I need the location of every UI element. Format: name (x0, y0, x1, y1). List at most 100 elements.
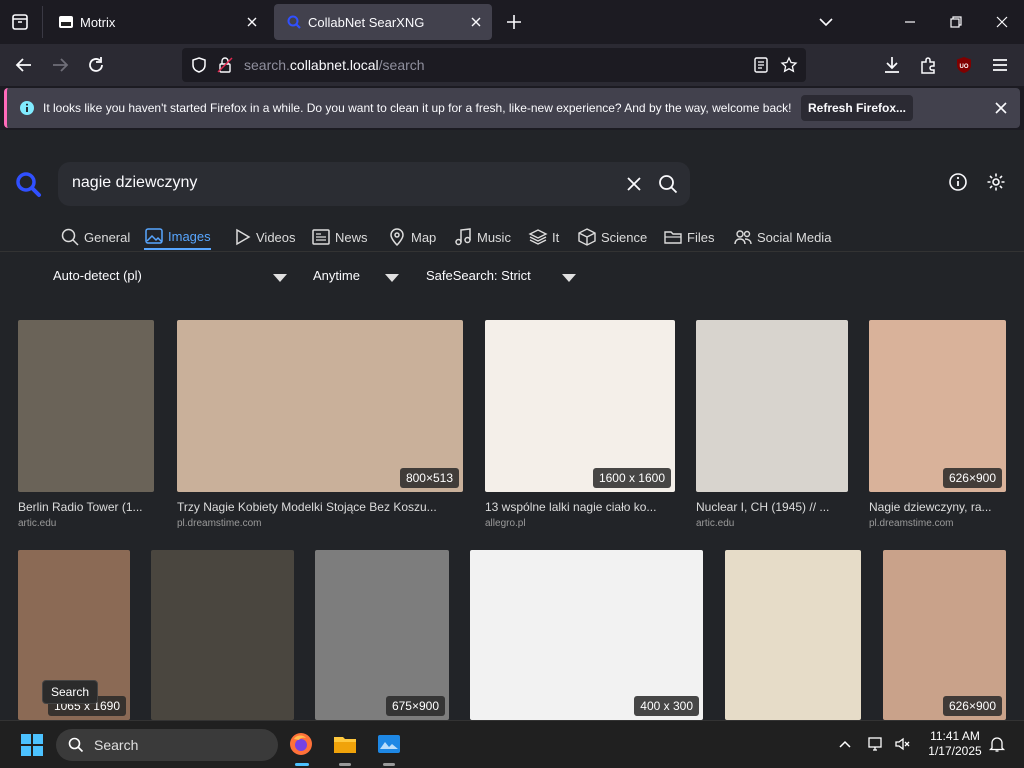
restore-icon[interactable] (946, 12, 966, 32)
tab-general[interactable]: General (60, 224, 130, 250)
result-image[interactable]: 626×900 (883, 550, 1006, 720)
search-box[interactable]: nagie dziewczyny (58, 162, 690, 206)
resolution-badge: 626×900 (942, 696, 1002, 716)
result-title[interactable]: Berlin Radio Tower (1... (18, 500, 156, 514)
tab-strip: Motrix CollabNet SearXNG (0, 0, 1024, 44)
searxng-page: nagie dziewczyny General Images Videos N… (0, 130, 1024, 720)
tab-social-media[interactable]: Social Media (733, 224, 831, 250)
resolution-badge: 800×513 (399, 468, 459, 488)
notification-bell-icon[interactable] (988, 735, 1006, 753)
shield-icon[interactable] (190, 56, 208, 74)
tab-label: Videos (256, 229, 296, 245)
result-source: artic.edu (696, 518, 735, 529)
result-image[interactable] (18, 320, 154, 492)
close-tab-icon[interactable] (468, 14, 484, 30)
result-image[interactable]: 800×513 (177, 320, 463, 492)
tab-label: Images (168, 228, 211, 244)
tab-it[interactable]: It (528, 224, 559, 250)
active-app-indicator (295, 763, 309, 766)
time-range-select[interactable]: Anytime (313, 268, 400, 283)
list-tabs-chevron-icon[interactable] (816, 12, 836, 32)
volume-muted-icon[interactable] (893, 735, 911, 753)
forward-arrow-icon[interactable] (49, 54, 71, 76)
result-title[interactable]: 13 wspólne lalki nagie ciało ko... (485, 500, 677, 514)
tab-music[interactable]: Music (453, 224, 511, 250)
file-explorer-icon[interactable] (332, 731, 358, 757)
windows-taskbar: Search 11:41 AM 1/17/2025 (0, 720, 1024, 768)
result-image[interactable]: 1600 x 1600 (485, 320, 675, 492)
about-info-icon[interactable] (948, 172, 968, 192)
result-source: allegro.pl (485, 518, 526, 529)
notification-bar: It looks like you haven't started Firefo… (4, 88, 1020, 128)
tab-collabnet-searxng[interactable]: CollabNet SearXNG (274, 4, 492, 40)
search-icon (68, 737, 84, 753)
extensions-puzzle-icon[interactable] (917, 54, 939, 76)
play-icon (232, 227, 252, 247)
clock-time: 11:41 AM (930, 729, 980, 743)
map-pin-icon (387, 227, 407, 247)
result-title[interactable]: Nagie dziewczyny, ra... (869, 500, 1009, 514)
tab-map[interactable]: Map (387, 224, 436, 250)
searxng-logo-icon[interactable] (14, 170, 42, 198)
result-image[interactable] (696, 320, 848, 492)
tab-images[interactable]: Images (144, 224, 211, 250)
taskbar-clock[interactable]: 11:41 AM 1/17/2025 (918, 729, 992, 759)
minimize-icon[interactable] (900, 12, 920, 32)
address-bar[interactable]: search.collabnet.local/search (182, 48, 806, 82)
search-input[interactable]: nagie dziewczyny (72, 174, 197, 192)
svg-text:UO: UO (960, 64, 969, 70)
notification-message: It looks like you haven't started Firefo… (43, 101, 792, 115)
tab-label: Music (477, 229, 511, 245)
ublock-origin-icon[interactable]: UO (953, 54, 975, 76)
result-title[interactable]: Trzy Nagie Kobiety Modelki Stojące Bez K… (177, 500, 467, 514)
preferences-gear-icon[interactable] (986, 172, 1006, 192)
close-notification-icon[interactable] (993, 100, 1009, 116)
downloads-icon[interactable] (881, 54, 903, 76)
taskbar-search-box[interactable]: Search (56, 729, 278, 761)
tab-news[interactable]: News (311, 224, 368, 250)
result-image[interactable]: 400 x 300 (470, 550, 703, 720)
tab-videos[interactable]: Videos (232, 224, 296, 250)
new-tab-plus-icon[interactable] (504, 12, 524, 32)
show-hidden-icons-chevron-icon[interactable] (838, 737, 852, 751)
network-icon[interactable] (867, 735, 885, 753)
running-app-indicator (339, 763, 351, 766)
tab-files[interactable]: Files (663, 224, 714, 250)
result-image[interactable] (151, 550, 294, 720)
tab-label: Map (411, 229, 437, 245)
resolution-badge: 1600 x 1600 (592, 468, 671, 488)
result-source: pl.dreamstime.com (177, 518, 262, 529)
tab-label: General (84, 229, 131, 245)
info-icon (19, 100, 35, 116)
reader-view-icon[interactable] (752, 56, 770, 74)
resolution-badge: 626×900 (942, 468, 1002, 488)
windows-start-icon[interactable] (21, 734, 43, 756)
motrix-taskbar-icon[interactable] (376, 731, 402, 757)
bookmark-star-icon[interactable] (780, 56, 798, 74)
clear-search-icon[interactable] (626, 176, 642, 192)
search-submit-icon[interactable] (658, 174, 678, 194)
clock-date: 1/17/2025 (928, 744, 982, 758)
safesearch-select[interactable]: SafeSearch: Strict (426, 268, 578, 283)
motrix-favicon-icon (58, 14, 74, 30)
hamburger-menu-icon[interactable] (989, 54, 1011, 76)
back-arrow-icon[interactable] (13, 54, 35, 76)
result-image[interactable] (725, 550, 861, 720)
result-image[interactable]: 626×900 (869, 320, 1006, 492)
close-tab-icon[interactable] (244, 14, 260, 30)
time-value: Anytime (313, 268, 360, 283)
refresh-firefox-button[interactable]: Refresh Firefox... (801, 95, 913, 121)
firefox-view-icon[interactable] (10, 12, 30, 32)
result-title[interactable]: Nuclear I, CH (1945) // ... (696, 500, 846, 514)
language-select[interactable]: Auto-detect (pl) (53, 268, 289, 283)
result-image[interactable]: 675×900 (315, 550, 449, 720)
tab-science[interactable]: Science (577, 224, 647, 250)
reload-icon[interactable] (85, 54, 107, 76)
running-app-indicator (383, 763, 395, 766)
folder-icon (663, 227, 683, 247)
tab-label: News (335, 229, 368, 245)
page-info-icon[interactable] (216, 56, 234, 74)
firefox-taskbar-icon[interactable] (288, 731, 314, 757)
close-window-icon[interactable] (992, 12, 1012, 32)
tab-motrix[interactable]: Motrix (46, 4, 268, 40)
